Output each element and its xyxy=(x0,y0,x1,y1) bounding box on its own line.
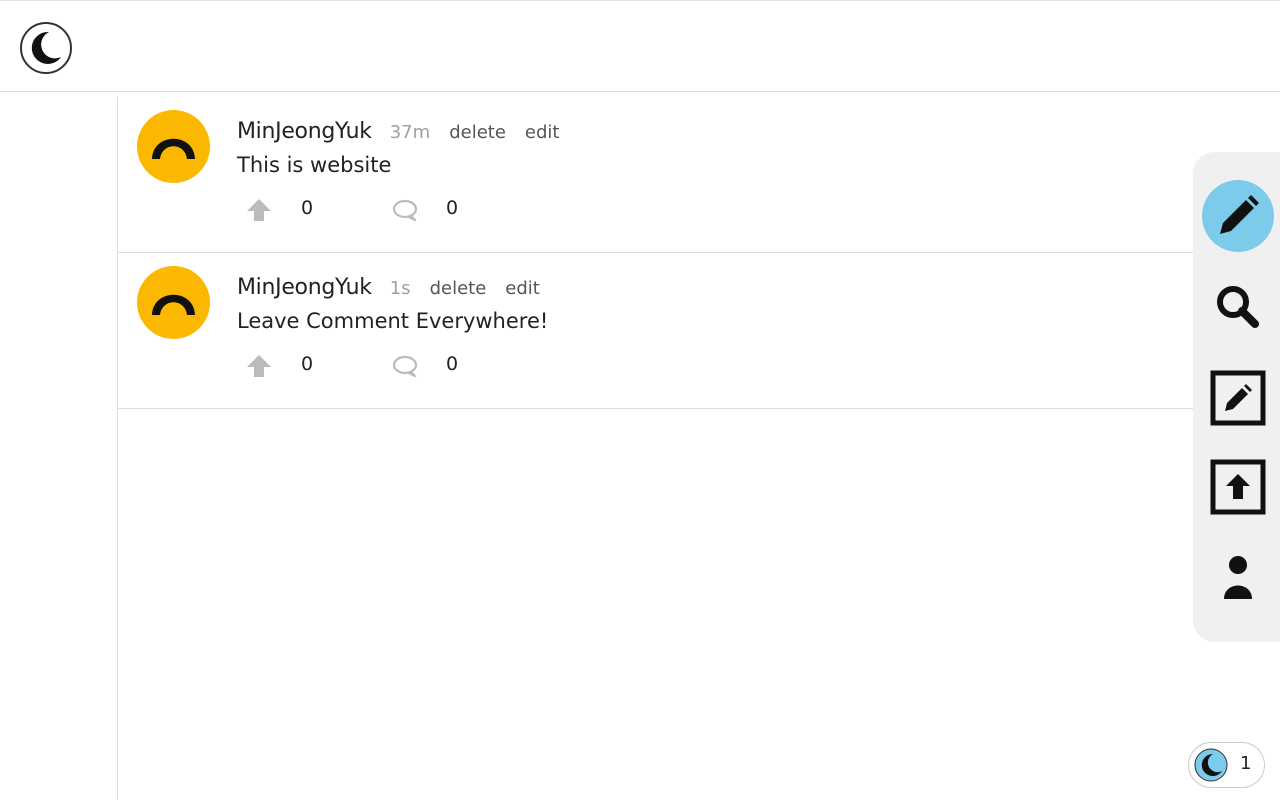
post-stats: 0 0 xyxy=(245,196,485,226)
profile-button[interactable] xyxy=(1201,541,1275,615)
avatar-icon[interactable] xyxy=(137,110,210,183)
post-time: 37m xyxy=(389,122,431,143)
upload-icon xyxy=(1210,459,1266,515)
upload-button[interactable] xyxy=(1201,450,1275,524)
edit-button-sidebar[interactable] xyxy=(1201,361,1275,435)
delete-button[interactable]: delete xyxy=(449,122,506,143)
post-item: MinJeongYuk 1s delete edit Leave Comment… xyxy=(118,253,1194,409)
comment-bubble-icon[interactable] xyxy=(391,353,419,379)
post-author[interactable]: MinJeongYuk xyxy=(237,275,372,300)
upvote-arrow-icon[interactable] xyxy=(245,197,273,223)
post-author[interactable]: MinJeongYuk xyxy=(237,119,372,144)
post-time: 1s xyxy=(389,278,411,299)
badge-count: 1 xyxy=(1240,753,1252,774)
write-post-button[interactable] xyxy=(1201,179,1275,253)
comment-bubble-icon[interactable] xyxy=(391,197,419,223)
upvote-arrow-icon[interactable] xyxy=(245,353,273,379)
upvote-count: 0 xyxy=(301,197,314,219)
comment-count: 0 xyxy=(446,353,459,375)
user-icon xyxy=(1224,556,1252,599)
comment-count: 0 xyxy=(446,197,459,219)
moon-icon xyxy=(1194,748,1228,782)
post-stats: 0 0 xyxy=(245,352,485,382)
right-sidebar xyxy=(1193,152,1280,642)
post-feed: MinJeongYuk 37m delete edit This is webs… xyxy=(117,97,1194,800)
search-button[interactable] xyxy=(1201,270,1275,344)
pencil-icon xyxy=(1202,180,1274,252)
top-bar xyxy=(0,0,1280,92)
post-header: MinJeongYuk 1s delete edit xyxy=(237,275,540,300)
moon-logo-icon[interactable] xyxy=(19,21,73,75)
search-icon xyxy=(1217,286,1259,328)
avatar-icon[interactable] xyxy=(137,266,210,339)
upvote-count: 0 xyxy=(301,353,314,375)
post-header: MinJeongYuk 37m delete edit xyxy=(237,119,559,144)
notification-badge[interactable]: 1 xyxy=(1188,742,1265,788)
post-item: MinJeongYuk 37m delete edit This is webs… xyxy=(118,97,1194,253)
post-body: Leave Comment Everywhere! xyxy=(237,309,549,333)
post-body: This is website xyxy=(237,153,392,177)
delete-button[interactable]: delete xyxy=(430,278,487,299)
edit-button[interactable]: edit xyxy=(525,122,560,143)
edit-square-icon xyxy=(1210,370,1266,426)
edit-button[interactable]: edit xyxy=(505,278,540,299)
